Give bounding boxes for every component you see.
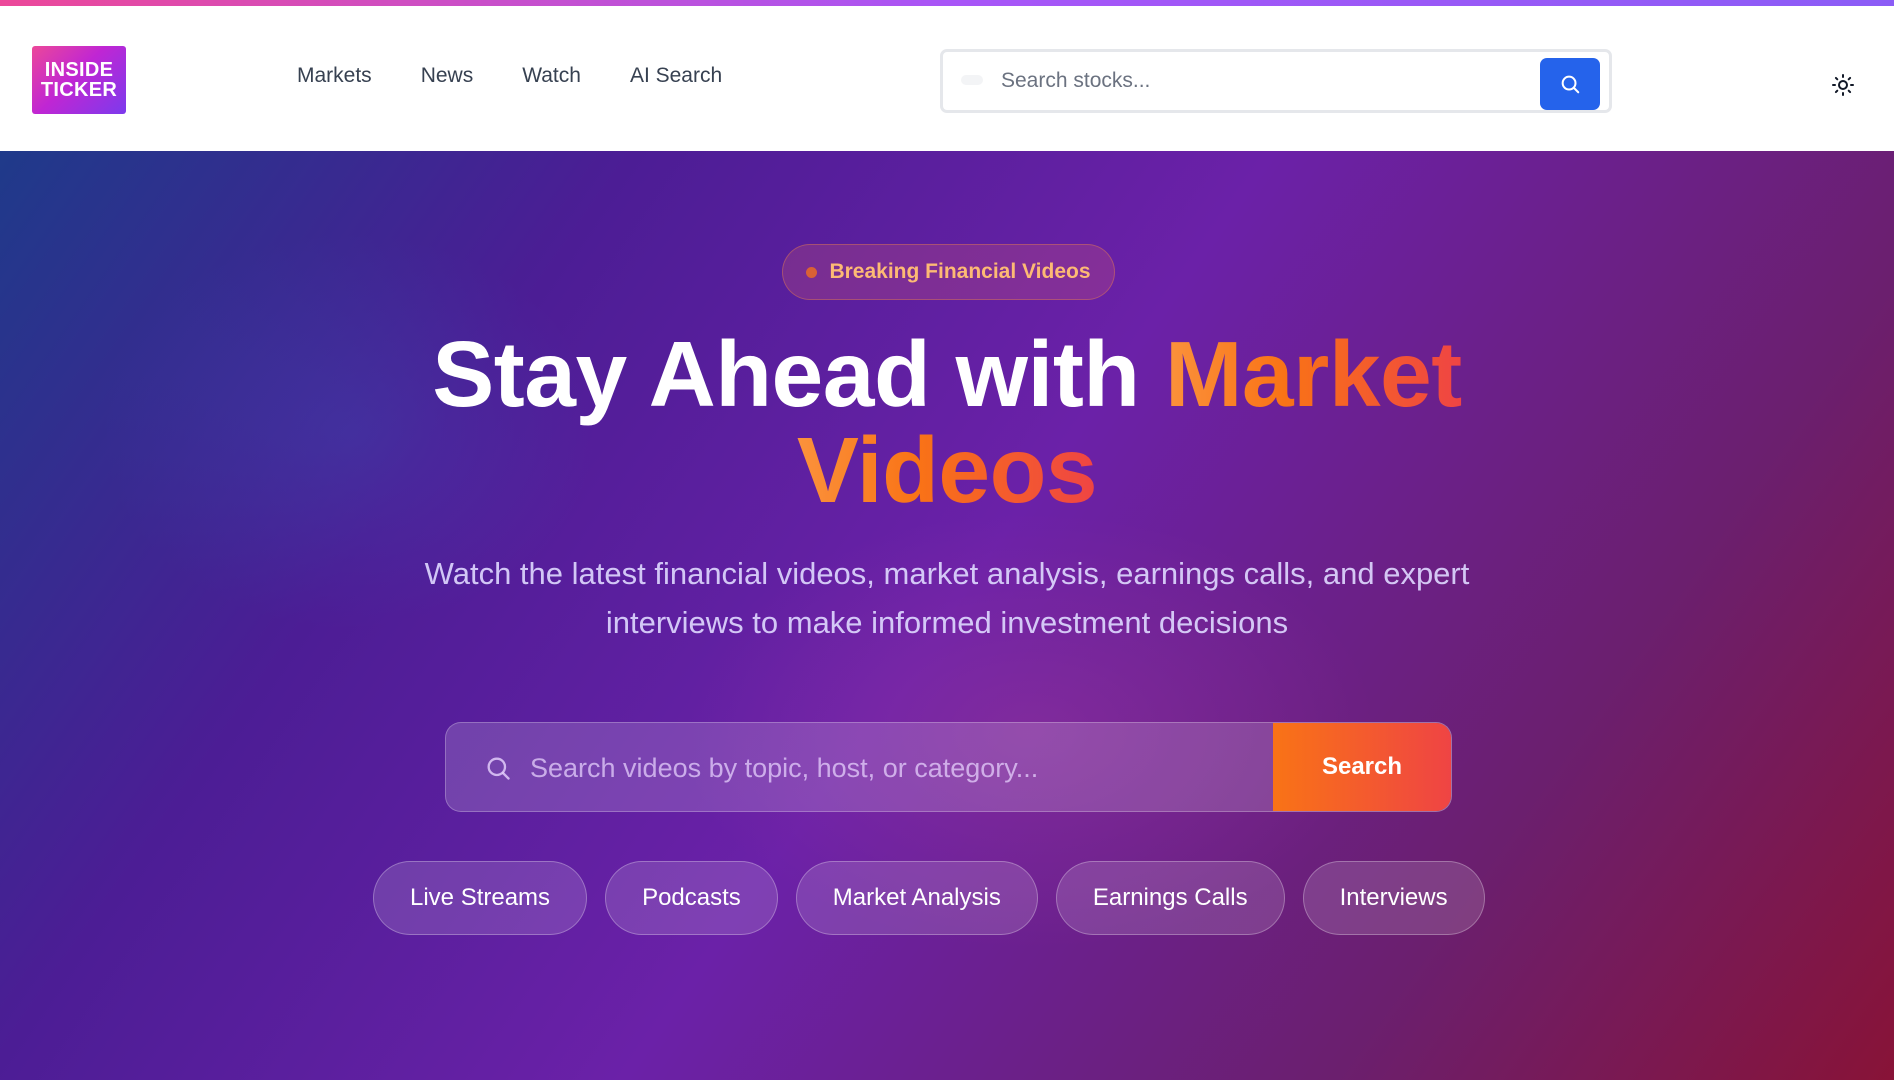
chip-interviews[interactable]: Interviews: [1302, 861, 1485, 935]
stock-search-decoration: [961, 75, 983, 85]
stock-search-input[interactable]: [1001, 62, 1521, 100]
breaking-badge: Breaking Financial Videos: [782, 244, 1115, 300]
video-search-button[interactable]: Search: [1273, 723, 1451, 811]
hero-headline: Stay Ahead with Market Videos: [247, 326, 1647, 518]
stock-search-box: [940, 49, 1612, 113]
chip-market-analysis[interactable]: Market Analysis: [795, 861, 1038, 935]
category-chips: Live Streams Podcasts Market Analysis Ea…: [373, 861, 1485, 935]
hero-subtext: Watch the latest financial videos, marke…: [424, 556, 1470, 640]
nav-link-news[interactable]: News: [421, 64, 474, 88]
theme-toggle-button[interactable]: [1828, 70, 1858, 100]
video-search-box: Search: [445, 722, 1452, 812]
search-icon: [487, 757, 510, 780]
headline-accent-market: Market: [1164, 322, 1462, 426]
main-nav: Markets News Watch AI Search: [297, 64, 722, 88]
hero-section: Breaking Financial Videos Stay Ahead wit…: [0, 151, 1894, 1080]
chip-podcasts[interactable]: Podcasts: [605, 861, 778, 935]
chip-earnings-calls[interactable]: Earnings Calls: [1055, 861, 1285, 935]
logo-line-2: TICKER: [40, 79, 118, 101]
badge-dot-icon: [806, 266, 818, 278]
headline-accent-videos: Videos: [796, 418, 1098, 522]
inside-ticker-logo[interactable]: INSIDE TICKER: [32, 46, 126, 114]
nav-link-ai-search[interactable]: AI Search: [630, 64, 722, 88]
top-navbar: INSIDE TICKER Markets News Watch AI Sear…: [0, 6, 1894, 151]
video-search-input[interactable]: [530, 745, 1330, 791]
badge-label: Breaking Financial Videos: [829, 260, 1091, 283]
search-icon: [1561, 75, 1580, 94]
logo-line-1: INSIDE: [44, 59, 114, 81]
chip-live-streams[interactable]: Live Streams: [373, 861, 588, 935]
nav-link-watch[interactable]: Watch: [522, 64, 581, 88]
stock-search-button[interactable]: [1540, 58, 1600, 110]
headline-plain: Stay Ahead with: [432, 322, 1165, 426]
sun-icon: [1832, 74, 1854, 96]
nav-link-markets[interactable]: Markets: [297, 64, 372, 88]
